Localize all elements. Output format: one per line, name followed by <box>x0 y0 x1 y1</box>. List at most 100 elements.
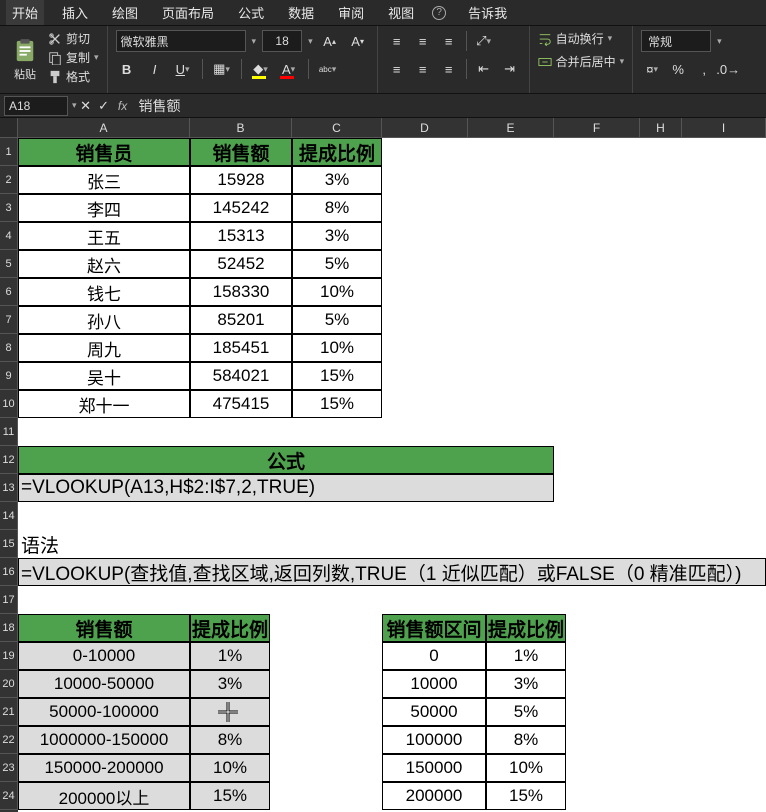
row-header-21[interactable]: 21 <box>0 698 18 726</box>
row-header-19[interactable]: 19 <box>0 642 18 670</box>
percent-button[interactable]: % <box>667 58 689 80</box>
sales-header-amount[interactable]: 销售额 <box>190 138 292 166</box>
phonetic-button[interactable]: abc▾ <box>317 58 339 80</box>
tab-insert[interactable]: 插入 <box>56 0 94 25</box>
sales-amount[interactable]: 185451 <box>190 334 292 362</box>
row-header-22[interactable]: 22 <box>0 726 18 754</box>
table3-v[interactable]: 150000 <box>382 754 486 782</box>
table3-rate[interactable]: 15% <box>486 782 566 810</box>
table3-rate[interactable]: 5% <box>486 698 566 726</box>
table2-rate[interactable]: 3% <box>190 670 270 698</box>
formula-cell[interactable]: =VLOOKUP(A13,H$2:I$7,2,TRUE) <box>18 474 554 502</box>
merge-center-button[interactable]: 合并后居中▾ <box>538 53 625 70</box>
chevron-down-icon[interactable]: ▾ <box>308 36 313 47</box>
sales-name[interactable]: 郑十一 <box>18 390 190 418</box>
sales-rate[interactable]: 15% <box>292 390 382 418</box>
table3-v[interactable]: 50000 <box>382 698 486 726</box>
align-left-button[interactable]: ≡ <box>386 58 408 80</box>
inc-decimal-button[interactable]: .0→ <box>719 58 737 80</box>
sales-amount[interactable]: 15313 <box>190 222 292 250</box>
col-header-H[interactable]: H <box>640 118 682 138</box>
row-header-10[interactable]: 10 <box>0 390 18 418</box>
tab-draw[interactable]: 绘图 <box>106 0 144 25</box>
sales-rate[interactable]: 3% <box>292 222 382 250</box>
fx-button[interactable]: fx <box>113 99 133 113</box>
align-right-button[interactable]: ≡ <box>438 58 460 80</box>
comma-button[interactable]: , <box>693 58 715 80</box>
table2-rate[interactable]: 10% <box>190 754 270 782</box>
syntax-label[interactable]: 语法 <box>18 530 190 558</box>
row-header-18[interactable]: 18 <box>0 614 18 642</box>
paste-button[interactable]: 粘贴 <box>8 30 42 89</box>
align-top-button[interactable]: ≡ <box>386 30 408 52</box>
table3-h-b[interactable]: 提成比例 <box>486 614 566 642</box>
row-header-17[interactable]: 17 <box>0 586 18 614</box>
format-painter-button[interactable]: 格式 <box>48 68 99 85</box>
sales-amount[interactable]: 145242 <box>190 194 292 222</box>
align-middle-button[interactable]: ≡ <box>412 30 434 52</box>
table3-v[interactable]: 0 <box>382 642 486 670</box>
align-bottom-button[interactable]: ≡ <box>438 30 460 52</box>
sales-amount[interactable]: 475415 <box>190 390 292 418</box>
sales-name[interactable]: 钱七 <box>18 278 190 306</box>
sales-name[interactable]: 赵六 <box>18 250 190 278</box>
copy-button[interactable]: 复制▾ <box>48 49 99 66</box>
sales-name[interactable]: 孙八 <box>18 306 190 334</box>
border-button[interactable]: ▦▾ <box>211 58 233 80</box>
tab-review[interactable]: 审阅 <box>332 0 370 25</box>
table3-rate[interactable]: 3% <box>486 670 566 698</box>
row-header-12[interactable]: 12 <box>0 446 18 474</box>
fill-color-button[interactable]: ◆▾ <box>250 58 272 80</box>
sales-name[interactable]: 张三 <box>18 166 190 194</box>
table2-range[interactable]: 150000-200000 <box>18 754 190 782</box>
row-header-11[interactable]: 11 <box>0 418 18 446</box>
sales-rate[interactable]: 5% <box>292 306 382 334</box>
tell-me[interactable]: 告诉我 <box>462 0 513 25</box>
formula-input[interactable] <box>133 96 766 116</box>
row-header-15[interactable]: 15 <box>0 530 18 558</box>
table2-range[interactable]: 50000-100000 <box>18 698 190 726</box>
indent-dec-button[interactable]: ⇤ <box>473 58 495 80</box>
table2-rate[interactable] <box>190 698 270 726</box>
cells-area[interactable]: 销售员销售额提成比例张三159283%李四1452428%王五153133%赵六… <box>18 138 766 812</box>
sales-rate[interactable]: 10% <box>292 334 382 362</box>
sales-name[interactable]: 王五 <box>18 222 190 250</box>
table3-v[interactable]: 100000 <box>382 726 486 754</box>
col-header-F[interactable]: F <box>554 118 640 138</box>
italic-button[interactable]: I <box>144 58 166 80</box>
table2-range[interactable]: 10000-50000 <box>18 670 190 698</box>
font-name-select[interactable] <box>116 30 246 52</box>
chevron-down-icon[interactable]: ▾ <box>252 36 257 47</box>
sales-rate[interactable]: 3% <box>292 166 382 194</box>
bold-button[interactable]: B <box>116 58 138 80</box>
row-header-16[interactable]: 16 <box>0 558 18 586</box>
table3-rate[interactable]: 10% <box>486 754 566 782</box>
col-header-B[interactable]: B <box>190 118 292 138</box>
row-header-13[interactable]: 13 <box>0 474 18 502</box>
table2-rate[interactable]: 8% <box>190 726 270 754</box>
table3-h-a[interactable]: 销售额区间 <box>382 614 486 642</box>
col-header-A[interactable]: A <box>18 118 190 138</box>
table3-rate[interactable]: 8% <box>486 726 566 754</box>
row-header-2[interactable]: 2 <box>0 166 18 194</box>
row-header-8[interactable]: 8 <box>0 334 18 362</box>
sales-amount[interactable]: 158330 <box>190 278 292 306</box>
row-header-1[interactable]: 1 <box>0 138 18 166</box>
tab-home[interactable]: 开始 <box>6 0 44 25</box>
wrap-text-button[interactable]: 自动换行▾ <box>538 30 625 47</box>
sales-header-name[interactable]: 销售员 <box>18 138 190 166</box>
decrease-font-button[interactable]: A▾ <box>347 30 369 52</box>
sales-amount[interactable]: 85201 <box>190 306 292 334</box>
tab-formula[interactable]: 公式 <box>232 0 270 25</box>
number-format-select[interactable]: 常规 <box>641 30 711 52</box>
table3-v[interactable]: 200000 <box>382 782 486 810</box>
orientation-button[interactable]: ⤢▾ <box>473 30 495 52</box>
row-header-5[interactable]: 5 <box>0 250 18 278</box>
sales-rate[interactable]: 15% <box>292 362 382 390</box>
table2-range[interactable]: 200000以上 <box>18 782 190 810</box>
row-header-20[interactable]: 20 <box>0 670 18 698</box>
row-header-24[interactable]: 24 <box>0 782 18 810</box>
select-all-corner[interactable] <box>0 118 18 138</box>
tab-view[interactable]: 视图 <box>382 0 420 25</box>
underline-button[interactable]: U▾ <box>172 58 194 80</box>
